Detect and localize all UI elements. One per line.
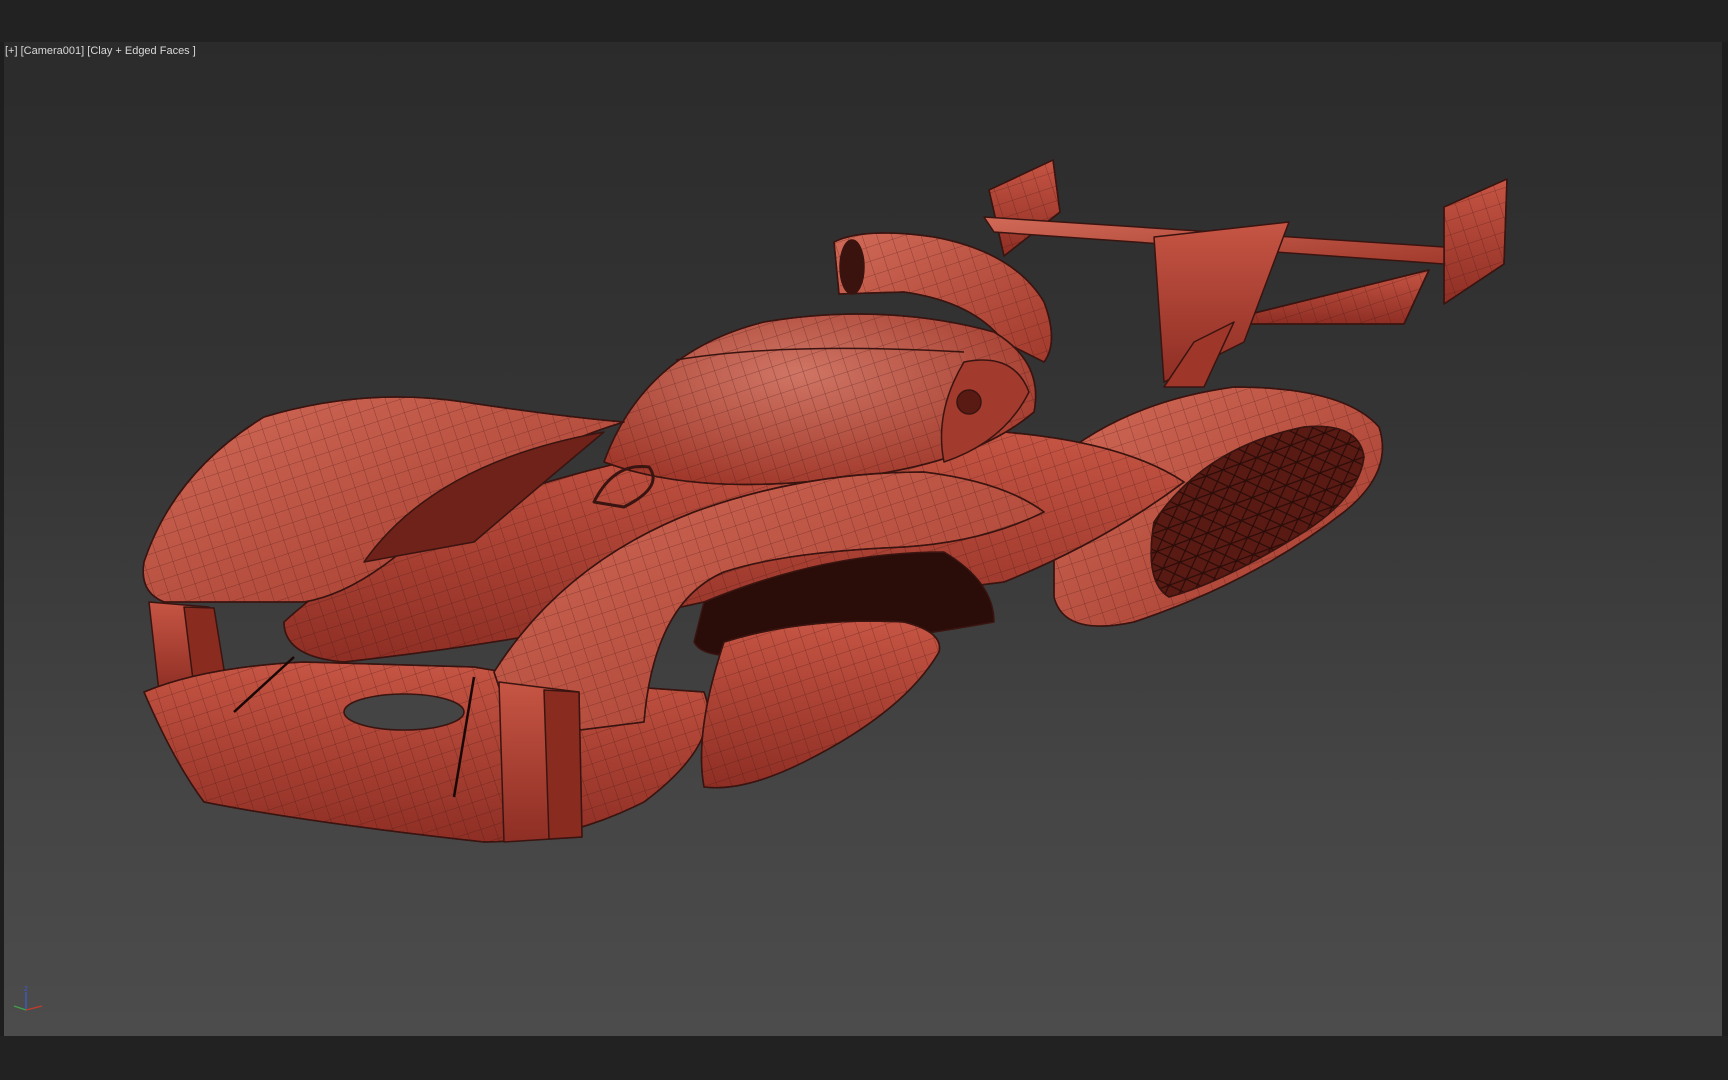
right-strip (1722, 42, 1728, 1036)
viewport[interactable]: [+] [Camera001] [Clay + Edged Faces ] z (4, 42, 1722, 1036)
race-car-model[interactable] (4, 42, 1722, 1036)
top-bar (0, 0, 1728, 42)
axis-gizmo: z (13, 984, 43, 1011)
gizmo-z-label: z (24, 984, 28, 993)
bottom-bar (0, 1036, 1728, 1080)
